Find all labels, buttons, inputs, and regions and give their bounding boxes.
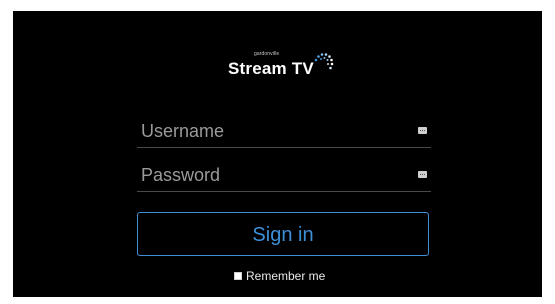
keyboard-icon <box>418 171 427 178</box>
password-field <box>137 159 431 192</box>
keyboard-icon <box>418 127 427 134</box>
logo-main-text: Stream TV <box>228 59 314 78</box>
password-input[interactable] <box>141 161 401 189</box>
login-screen: gardonville Stream TV Sign in Remember m… <box>13 11 542 297</box>
remember-me-checkbox[interactable] <box>234 272 242 280</box>
username-field <box>137 115 431 148</box>
stream-tv-logo: gardonville Stream TV <box>228 48 348 88</box>
logo-dots-icon <box>314 53 334 70</box>
logo-small-text: gardonville <box>254 51 280 57</box>
remember-me[interactable]: Remember me <box>234 269 325 283</box>
remember-me-label: Remember me <box>246 269 326 283</box>
sign-in-button[interactable]: Sign in <box>137 212 429 256</box>
username-input[interactable] <box>141 117 401 145</box>
